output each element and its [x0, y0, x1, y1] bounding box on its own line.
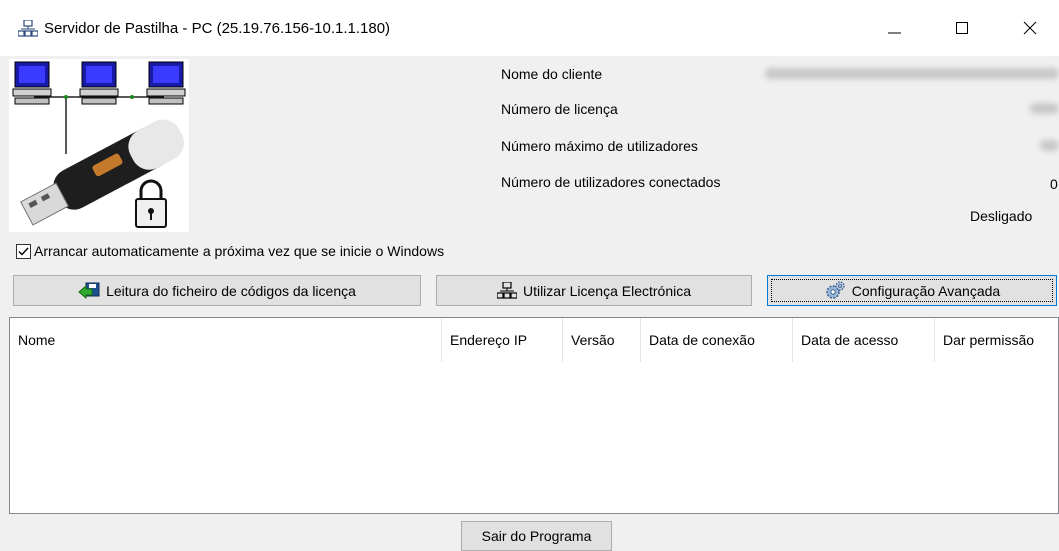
- autostart-option[interactable]: Arrancar automaticamente a próxima vez q…: [16, 243, 444, 259]
- column-header-permission[interactable]: Dar permissão: [935, 318, 1058, 362]
- column-header-version[interactable]: Versão: [563, 318, 641, 362]
- checkmark-icon: [18, 247, 29, 256]
- max-users-value-redacted: [1040, 140, 1059, 151]
- max-users-label: Número máximo de utilizadores: [501, 138, 698, 154]
- maximize-icon: [956, 22, 968, 34]
- column-header-name[interactable]: Nome: [10, 318, 442, 362]
- license-number-label: Número de licença: [501, 101, 618, 117]
- window-title: Servidor de Pastilha - PC (25.19.76.156-…: [44, 20, 391, 37]
- network-icon: [17, 19, 39, 38]
- green-arrow-floppy-icon: [78, 282, 100, 300]
- status-text: Desligado: [970, 208, 1033, 224]
- connected-users-value: 0: [1050, 176, 1058, 192]
- network-icon: [496, 281, 517, 300]
- license-number-value-redacted: [1030, 103, 1059, 114]
- clients-list[interactable]: Nome Endereço IP Versão Data de conexão …: [9, 317, 1059, 514]
- advanced-config-button[interactable]: Configuração Avançada: [767, 275, 1057, 306]
- read-license-file-button[interactable]: Leitura do ficheiro de códigos da licenç…: [13, 275, 421, 306]
- advanced-config-label: Configuração Avançada: [851, 282, 1001, 299]
- autostart-checkbox[interactable]: [16, 243, 31, 259]
- maximize-button[interactable]: [932, 8, 992, 48]
- gears-icon: [824, 280, 846, 301]
- exit-program-button[interactable]: Sair do Programa: [461, 521, 612, 551]
- electronic-license-button[interactable]: Utilizar Licença Electrónica: [436, 275, 752, 306]
- close-button[interactable]: [1000, 8, 1059, 48]
- network-usb-dongle-lock-image: [9, 59, 189, 232]
- client-name-label: Nome do cliente: [501, 66, 603, 82]
- column-header-ip[interactable]: Endereço IP: [442, 318, 563, 362]
- client-name-value-redacted: [765, 68, 1059, 79]
- electronic-license-label: Utilizar Licença Electrónica: [522, 282, 692, 299]
- title-bar: Servidor de Pastilha - PC (25.19.76.156-…: [0, 0, 1059, 56]
- column-header-access-date[interactable]: Data de acesso: [793, 318, 935, 362]
- autostart-label: Arrancar automaticamente a próxima vez q…: [34, 243, 445, 259]
- connected-users-label: Número de utilizadores conectados: [501, 174, 721, 190]
- minimize-button[interactable]: [864, 8, 924, 48]
- close-icon: [1023, 21, 1037, 35]
- exit-program-label: Sair do Programa: [481, 528, 592, 544]
- minimize-icon: [888, 32, 901, 34]
- column-header-connection-date[interactable]: Data de conexão: [641, 318, 793, 362]
- read-license-file-label: Leitura do ficheiro de códigos da licenç…: [106, 282, 356, 299]
